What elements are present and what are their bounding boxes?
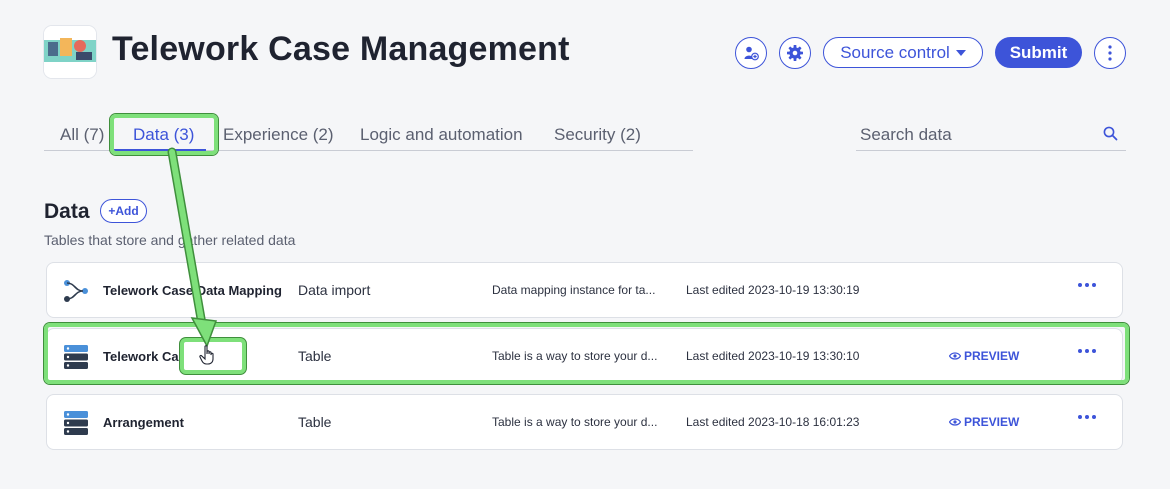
hand-cursor-icon bbox=[199, 345, 214, 365]
tutorial-arrow bbox=[167, 147, 218, 348]
